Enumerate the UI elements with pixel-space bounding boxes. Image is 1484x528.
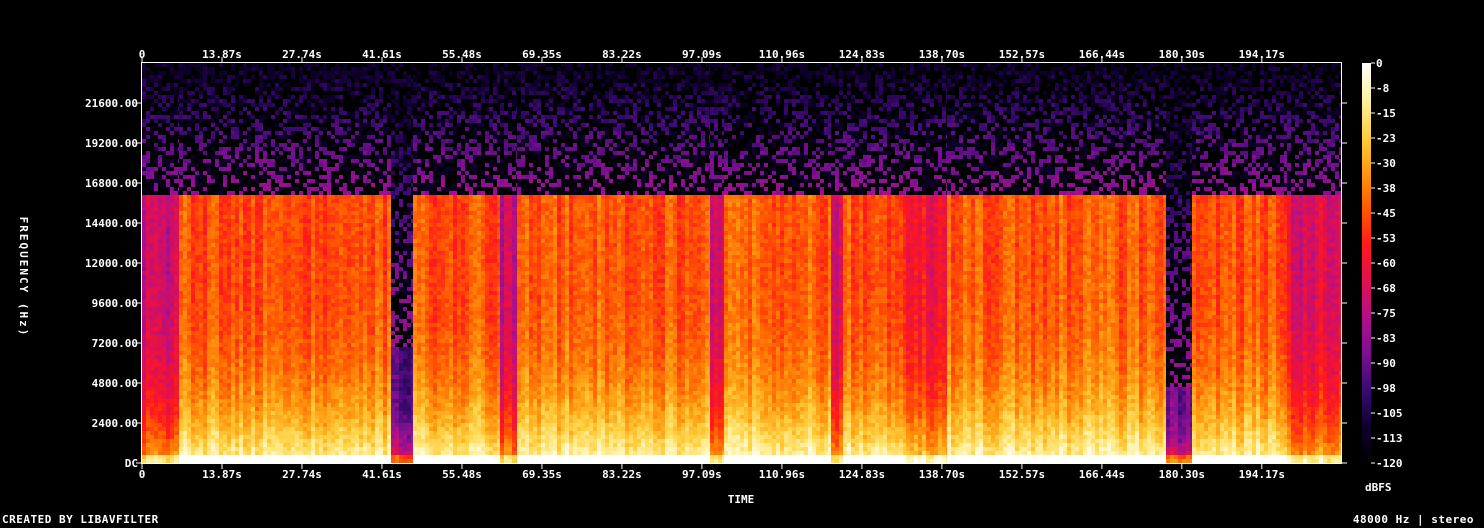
colorbar-tick-label: -120 (1376, 457, 1403, 470)
spectrum-segment (906, 63, 947, 463)
colorbar-tick-label: -30 (1376, 157, 1396, 170)
x-tick-label-top: 69.35s (522, 48, 562, 61)
y-tick-label: 14400.00 (85, 217, 138, 230)
x-tick-label-bottom: 83.22s (602, 468, 642, 481)
colorbar-tick-label: -15 (1376, 107, 1396, 120)
x-axis-title: TIME (728, 493, 755, 506)
colorbar-title: dBFS (1365, 481, 1392, 494)
x-tick-label-top: 83.22s (602, 48, 642, 61)
x-tick-label-bottom: 69.35s (522, 468, 562, 481)
y-tick-label: 4800.00 (92, 377, 138, 390)
spectrum-segment (1166, 63, 1192, 463)
x-tick-label-bottom: 124.83s (839, 468, 885, 481)
spectrum-segment (391, 63, 413, 463)
x-tick-label-bottom: 180.30s (1159, 468, 1205, 481)
x-tick-label-top: 166.44s (1079, 48, 1125, 61)
x-tick-label-bottom: 13.87s (202, 468, 242, 481)
x-tick-label-top: 97.09s (682, 48, 722, 61)
colorbar-tick-label: -23 (1376, 132, 1396, 145)
x-tick-label-top: 152.57s (999, 48, 1045, 61)
x-tick-label-bottom: 97.09s (682, 468, 722, 481)
y-tick-label: 7200.00 (92, 337, 138, 350)
spectrum-segment (142, 63, 179, 463)
y-tick-label: 2400.00 (92, 417, 138, 430)
x-tick-label-top: 13.87s (202, 48, 242, 61)
spectrum-segment (517, 63, 710, 463)
y-tick-label: 9600.00 (92, 297, 138, 310)
x-tick-label-bottom: 194.17s (1239, 468, 1285, 481)
y-tick-label: 21600.00 (85, 97, 138, 110)
x-tick-label-bottom: 41.61s (362, 468, 402, 481)
footer-credit: CREATED BY LIBAVFILTER (2, 513, 159, 526)
x-tick-label-top: 27.74s (282, 48, 322, 61)
spectrum-segment (1192, 63, 1287, 463)
x-tick-label-top: 138.70s (919, 48, 965, 61)
x-tick-label-top: 55.48s (442, 48, 482, 61)
colorbar-tick-label: 0 (1376, 57, 1383, 70)
colorbar-tick-label: -83 (1376, 332, 1396, 345)
spectrum-segment (724, 63, 831, 463)
y-tick-label: DC (125, 457, 138, 470)
spectrogram-chart: 0 0 13.87s 13.87s 27.74s 27.74s 41.61s 41.61s 55… (17, 48, 1403, 506)
x-tick-label-bottom: 166.44s (1079, 468, 1125, 481)
spectrum-segment (947, 63, 1166, 463)
y-tick-label: 19200.00 (85, 137, 138, 150)
x-tick-label-bottom: 138.70s (919, 468, 965, 481)
spectrum-segment (843, 63, 906, 463)
x-tick-label-bottom: 0 (139, 468, 146, 481)
x-tick-label-bottom: 55.48s (442, 468, 482, 481)
y-tick-label: 16800.00 (85, 177, 138, 190)
x-tick-label-bottom: 110.96s (759, 468, 805, 481)
colorbar-tick-label: -113 (1376, 432, 1403, 445)
spectrum-segment (1287, 63, 1341, 463)
x-tick-label-top: 41.61s (362, 48, 402, 61)
colorbar-tick-label: -38 (1376, 182, 1396, 195)
colorbar-tick-label: -98 (1376, 382, 1396, 395)
x-tick-label-top: 110.96s (759, 48, 805, 61)
x-tick-label-top: 0 (139, 48, 146, 61)
x-tick-label-top: 194.17s (1239, 48, 1285, 61)
y-axis-title: FREQUENCY (Hz) (17, 217, 30, 338)
colorbar-tick-label: -68 (1376, 282, 1396, 295)
x-tick-label-bottom: 152.57s (999, 468, 1045, 481)
y-tick-label: 12000.00 (85, 257, 138, 270)
colorbar-tick-label: -60 (1376, 257, 1396, 270)
colorbar-tick-label: -53 (1376, 232, 1396, 245)
x-tick-label-top: 180.30s (1159, 48, 1205, 61)
colorbar-tick-label: -75 (1376, 307, 1396, 320)
x-tick-label-top: 124.83s (839, 48, 885, 61)
colorbar-tick-label: -8 (1376, 82, 1389, 95)
spectrum-segment (831, 63, 843, 463)
spectrogram-plot-area (142, 63, 1341, 463)
colorbar-gradient (1362, 63, 1371, 463)
colorbar-tick-label: -90 (1376, 357, 1396, 370)
colorbar-tick-label: -105 (1376, 407, 1403, 420)
colorbar: 0 -8 -15 -23 -30 -38 -45 -53 -60 -68 -75 -83 -90 -98 -… (1362, 57, 1403, 470)
colorbar-tick-label: -45 (1376, 207, 1396, 220)
footer-format: 48000 Hz | stereo (1353, 513, 1474, 526)
x-tick-label-bottom: 27.74s (282, 468, 322, 481)
